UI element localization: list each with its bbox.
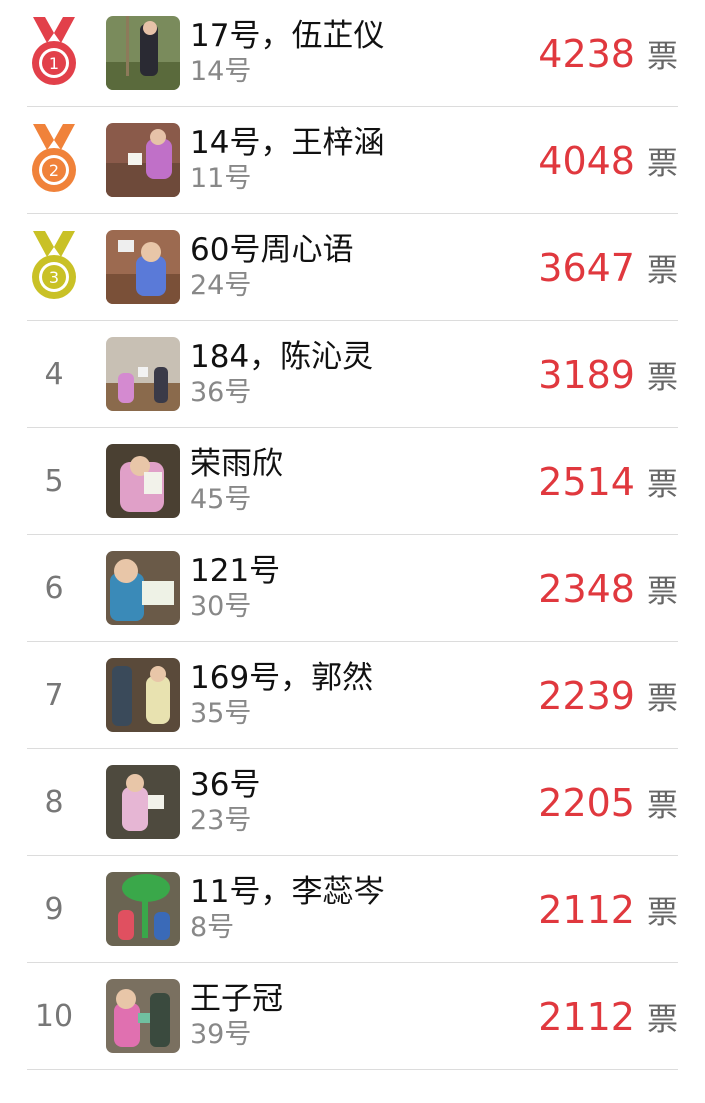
rank-label: 8 — [44, 785, 64, 820]
vote-count: 3189 票 — [538, 321, 678, 428]
vote-number: 2112 — [538, 994, 635, 1039]
rank-number: 8 — [27, 749, 81, 856]
medal-icon: 2 — [32, 123, 76, 192]
ranking-list: 1 17号，伍芷仪 14号 4238 票 2 14号，王梓涵 11号 4048 … — [0, 0, 705, 1070]
vote-unit: 票 — [647, 146, 678, 182]
vote-unit: 票 — [647, 360, 678, 396]
list-item[interactable]: 8 36号 23号 2205 票 — [27, 749, 678, 856]
entry-number: 45号 — [190, 484, 252, 515]
vote-unit: 票 — [647, 253, 678, 289]
entry-number: 36号 — [190, 377, 252, 408]
vote-number: 4238 — [538, 31, 635, 76]
entry-photo[interactable] — [106, 16, 180, 90]
medal-icon: 1 — [32, 16, 76, 85]
entry-photo[interactable] — [106, 444, 180, 518]
rank-label: 5 — [44, 464, 64, 499]
vote-unit: 票 — [647, 895, 678, 931]
vote-number: 3189 — [538, 352, 635, 397]
vote-number: 2112 — [538, 887, 635, 932]
entry-number: 39号 — [190, 1019, 252, 1050]
entry-number: 11号 — [190, 163, 252, 194]
list-item[interactable]: 3 60号周心语 24号 3647 票 — [27, 214, 678, 321]
vote-count: 4238 票 — [538, 0, 678, 107]
rank-number: 6 — [27, 535, 81, 642]
vote-count: 3647 票 — [538, 214, 678, 321]
vote-unit: 票 — [647, 467, 678, 503]
vote-number: 3647 — [538, 245, 635, 290]
entry-photo[interactable] — [106, 230, 180, 304]
list-item[interactable]: 6 121号 30号 2348 票 — [27, 535, 678, 642]
vote-count: 2112 票 — [538, 963, 678, 1070]
vote-unit: 票 — [647, 788, 678, 824]
vote-unit: 票 — [647, 574, 678, 610]
rank-number: 10 — [27, 963, 81, 1070]
entry-photo[interactable] — [106, 872, 180, 946]
rank-label: 10 — [34, 999, 74, 1034]
list-item[interactable]: 9 11号，李蕊岑 8号 2112 票 — [27, 856, 678, 963]
vote-number: 2239 — [538, 673, 635, 718]
vote-number: 2348 — [538, 566, 635, 611]
medal-number: 2 — [49, 161, 59, 180]
entry-number: 14号 — [190, 56, 252, 87]
entry-photo[interactable] — [106, 658, 180, 732]
entry-photo[interactable] — [106, 337, 180, 411]
rank-medal-gold: 1 — [27, 0, 81, 107]
rank-label: 6 — [44, 571, 64, 606]
list-item[interactable]: 10 王子冠 39号 2112 票 — [27, 963, 678, 1070]
entry-number: 30号 — [190, 591, 252, 622]
medal-icon: 3 — [32, 230, 76, 299]
list-item[interactable]: 4 184，陈沁灵 36号 3189 票 — [27, 321, 678, 428]
entry-photo[interactable] — [106, 765, 180, 839]
vote-count: 2205 票 — [538, 749, 678, 856]
entry-photo[interactable] — [106, 123, 180, 197]
rank-medal-silver: 2 — [27, 107, 81, 214]
entry-number: 8号 — [190, 912, 235, 943]
rank-number: 7 — [27, 642, 81, 749]
entry-number: 35号 — [190, 698, 252, 729]
vote-unit: 票 — [647, 39, 678, 75]
vote-unit: 票 — [647, 681, 678, 717]
entry-photo[interactable] — [106, 979, 180, 1053]
vote-count: 4048 票 — [538, 107, 678, 214]
vote-count: 2112 票 — [538, 856, 678, 963]
rank-number: 5 — [27, 428, 81, 535]
rank-number: 4 — [27, 321, 81, 428]
list-item[interactable]: 7 169号，郭然 35号 2239 票 — [27, 642, 678, 749]
vote-count: 2239 票 — [538, 642, 678, 749]
rank-label: 7 — [44, 678, 64, 713]
entry-photo[interactable] — [106, 551, 180, 625]
vote-count: 2348 票 — [538, 535, 678, 642]
rank-label: 4 — [44, 357, 64, 392]
vote-number: 2205 — [538, 780, 635, 825]
vote-number: 4048 — [538, 138, 635, 183]
vote-number: 2514 — [538, 459, 635, 504]
vote-unit: 票 — [647, 1002, 678, 1038]
rank-label: 9 — [44, 892, 64, 927]
rank-number: 9 — [27, 856, 81, 963]
list-item[interactable]: 5 荣雨欣 45号 2514 票 — [27, 428, 678, 535]
entry-number: 24号 — [190, 270, 252, 301]
list-item[interactable]: 1 17号，伍芷仪 14号 4238 票 — [27, 0, 678, 107]
medal-number: 1 — [49, 54, 59, 73]
vote-count: 2514 票 — [538, 428, 678, 535]
list-item[interactable]: 2 14号，王梓涵 11号 4048 票 — [27, 107, 678, 214]
medal-number: 3 — [49, 268, 59, 287]
rank-medal-bronze: 3 — [27, 214, 81, 321]
entry-number: 23号 — [190, 805, 252, 836]
